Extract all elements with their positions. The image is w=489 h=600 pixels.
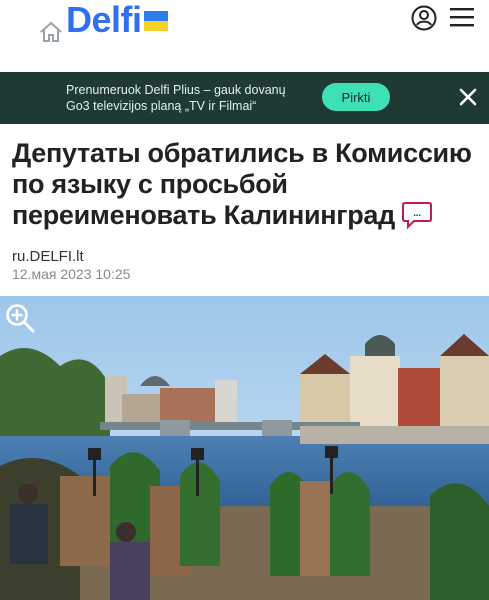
menu-icon[interactable] (449, 6, 475, 28)
user-icon[interactable] (411, 5, 437, 31)
close-icon[interactable] (457, 86, 479, 108)
article-photo[interactable] (0, 296, 489, 600)
promo-text[interactable]: Prenumeruok Delfi Plius – gauk dovanų Go… (66, 82, 306, 114)
article-headline[interactable]: Депутаты обратились в Комиссию по языку … (12, 138, 480, 232)
logo-text: Delfi (66, 0, 142, 40)
article-source[interactable]: ru.DELFI.lt (12, 248, 84, 265)
article-datetime: 12.мая 2023 10:25 (12, 266, 131, 282)
comment-count: ... (413, 208, 421, 219)
promo-banner: Prenumeruok Delfi Plius – gauk dovanų Go… (0, 72, 489, 124)
home-icon[interactable] (38, 20, 64, 44)
ukraine-flag-icon (143, 11, 168, 31)
delfi-logo[interactable]: Delfi (66, 0, 168, 40)
promo-line-1: Prenumeruok Delfi Plius – gauk dovanų (66, 83, 286, 97)
top-header: Delfi (0, 0, 489, 72)
comment-bubble-icon[interactable]: ... (401, 200, 433, 230)
zoom-in-icon[interactable] (4, 302, 36, 334)
promo-line-2: Go3 televizijos planą „TV ir Filmai“ (66, 99, 257, 113)
buy-button[interactable]: Pirkti (322, 83, 390, 111)
